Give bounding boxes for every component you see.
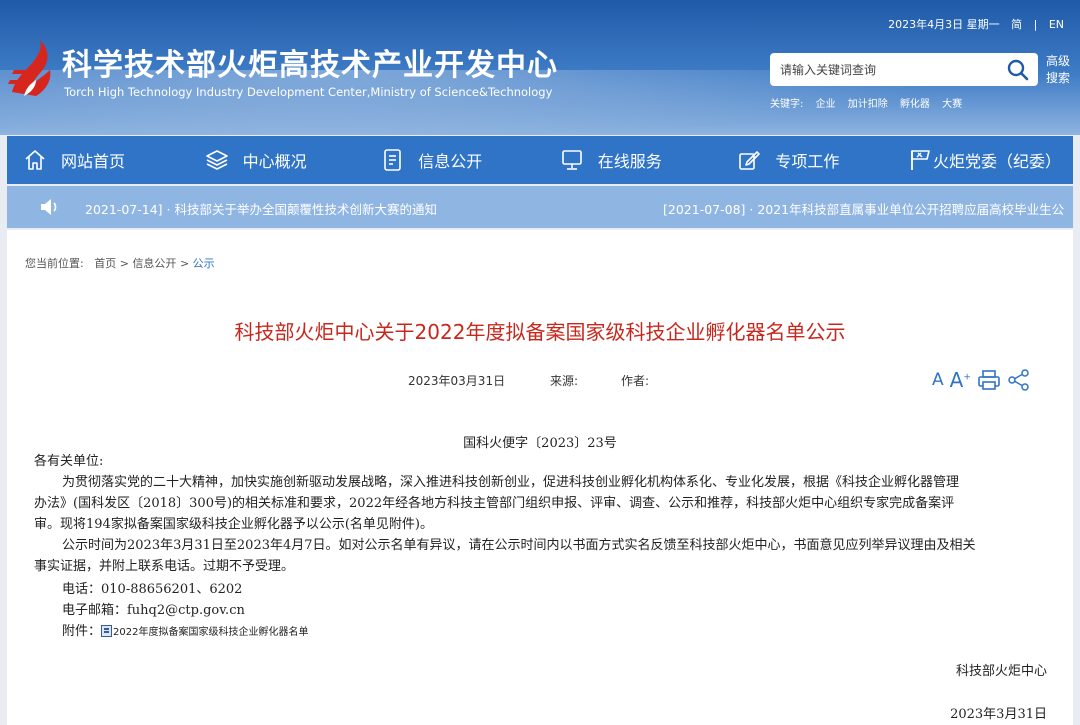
paragraph-line: 事实证据，并附上联系电话。过期不予受理。 bbox=[34, 559, 295, 574]
keyword-link[interactable]: 孵化器 bbox=[900, 99, 930, 110]
document-icon bbox=[384, 149, 401, 171]
edit-icon bbox=[739, 151, 761, 170]
nav-item-label: 信息公开 bbox=[418, 152, 483, 171]
article-author: 作者: bbox=[621, 374, 650, 388]
speaker-icon bbox=[41, 199, 57, 215]
layers-icon bbox=[205, 150, 228, 170]
nav-item-home[interactable]: 网站首页 bbox=[7, 136, 185, 184]
signer: 科技部火炬中心 bbox=[955, 664, 1047, 679]
breadcrumb-info-link[interactable]: 信息公开 bbox=[132, 257, 176, 270]
article-source: 来源: bbox=[550, 374, 579, 388]
print-icon[interactable] bbox=[977, 369, 1001, 391]
nav-item-label: 中心概况 bbox=[242, 152, 307, 171]
article-panel: 您当前位置: 首页 > 信息公开 > 公示 科技部火炬中心关于2022年度拟备案… bbox=[7, 230, 1073, 725]
top-bar: 2023年4月3日 星期一 简 | EN bbox=[884, 16, 1068, 32]
keywords-bar: 关键字: 企业 加计扣除 孵化器 大赛 bbox=[770, 95, 971, 110]
nav-item-overview[interactable]: 中心概况 bbox=[185, 136, 363, 184]
nav-item-online-service[interactable]: 在线服务 bbox=[540, 136, 718, 184]
site-header: 科学技术部火炬高技术产业开发中心 Torch High Technology I… bbox=[0, 0, 1080, 135]
party-icon bbox=[911, 150, 930, 170]
paragraph-line: 为贯彻落实党的二十大精神，加快实施创新驱动发展战略，深入推进科技创新创业，促进科… bbox=[62, 475, 960, 490]
home-icon bbox=[25, 150, 45, 170]
lang-separator: | bbox=[1033, 18, 1038, 31]
paragraph-line: 审。现将194家拟备案国家级科技企业孵化器予以公示(名单见附件)。 bbox=[34, 517, 433, 532]
breadcrumb-current[interactable]: 公示 bbox=[193, 257, 215, 270]
document-number: 国科火便字〔2023〕23号 bbox=[463, 436, 617, 451]
paragraph-line: 办法》(国科发区〔2018〕300号)的相关标准和要求，2022年经各地方科技主… bbox=[34, 496, 955, 511]
current-date: 2023年4月3日 星期一 bbox=[888, 18, 1000, 31]
nav-item-special-work[interactable]: 专项工作 bbox=[717, 136, 895, 184]
keyword-link[interactable]: 大赛 bbox=[942, 99, 962, 110]
lang-en-link[interactable]: EN bbox=[1049, 18, 1064, 31]
article-tools: A A+ bbox=[932, 368, 1037, 392]
breadcrumb-label: 您当前位置: bbox=[25, 257, 84, 270]
search-input[interactable] bbox=[770, 53, 990, 86]
nav-item-label: 在线服务 bbox=[597, 152, 662, 171]
font-increase-button[interactable]: A+ bbox=[950, 368, 971, 392]
ticker-news-link[interactable]: 2021-07-14] · 科技部关于举办全国颠覆性技术创新大赛的通知 bbox=[85, 199, 437, 218]
nav-item-party-committee[interactable]: 火炬党委（纪委） bbox=[895, 136, 1073, 184]
attachment-row: 附件： 2022年度拟备案国家级科技企业孵化器名单 bbox=[62, 620, 308, 639]
breadcrumb-separator: > bbox=[179, 257, 190, 270]
search-icon[interactable] bbox=[1006, 58, 1030, 82]
paragraph-line: 公示时间为2023年3月31日至2023年4月7日。如对公示名单有异议，请在公示… bbox=[62, 538, 976, 553]
nav-item-label: 专项工作 bbox=[775, 152, 840, 171]
word-file-icon bbox=[101, 625, 113, 637]
share-icon[interactable] bbox=[1007, 369, 1031, 391]
advanced-search-link[interactable]: 高级搜索 bbox=[1046, 53, 1076, 87]
keywords-label: 关键字: bbox=[770, 99, 804, 110]
nav-item-info[interactable]: 信息公开 bbox=[362, 136, 540, 184]
article-date: 2023年03月31日 bbox=[408, 374, 506, 388]
lang-simplified-link[interactable]: 简 bbox=[1011, 18, 1022, 31]
breadcrumb: 您当前位置: 首页 > 信息公开 > 公示 bbox=[25, 255, 215, 271]
keyword-link[interactable]: 加计扣除 bbox=[848, 99, 888, 110]
article-title: 科技部火炬中心关于2022年度拟备案国家级科技企业孵化器名单公示 bbox=[234, 320, 846, 344]
site-title[interactable]: 科学技术部火炬高技术产业开发中心 bbox=[62, 40, 558, 84]
nav-item-label: 网站首页 bbox=[61, 152, 126, 171]
site-subtitle-en: Torch High Technology Industry Developme… bbox=[64, 85, 553, 99]
ticker-news-link[interactable]: [2021-07-08] · 2021年科技部直属事业单位公开招聘应届高校毕业生… bbox=[663, 199, 1073, 218]
contact-email: 电子邮箱：fuhq2@ctp.gov.cn bbox=[62, 603, 245, 618]
nav-item-label: 火炬党委（纪委） bbox=[932, 152, 1061, 171]
font-decrease-button[interactable]: A bbox=[932, 370, 944, 390]
torch-logo-icon[interactable] bbox=[6, 36, 60, 100]
breadcrumb-home-link[interactable]: 首页 bbox=[94, 257, 116, 270]
attachment-link[interactable]: 2022年度拟备案国家级科技企业孵化器名单 bbox=[113, 627, 308, 638]
attachment-label: 附件： bbox=[62, 624, 102, 639]
contact-phone: 电话：010-88656201、6202 bbox=[62, 582, 243, 597]
keyword-link[interactable]: 企业 bbox=[816, 99, 836, 110]
font-increase-label: A bbox=[949, 368, 964, 392]
monitor-icon bbox=[561, 150, 582, 170]
main-nav: 网站首页 中心概况 信息公开 在线服务 专项工作 火炬党委（纪委） bbox=[7, 136, 1073, 184]
sign-date: 2023年3月31日 bbox=[950, 707, 1047, 722]
search-box bbox=[770, 53, 1038, 86]
breadcrumb-separator: > bbox=[119, 257, 129, 270]
news-ticker: 2021-07-14] · 科技部关于举办全国颠覆性技术创新大赛的通知 [202… bbox=[7, 186, 1073, 228]
salutation: 各有关单位: bbox=[34, 454, 104, 469]
